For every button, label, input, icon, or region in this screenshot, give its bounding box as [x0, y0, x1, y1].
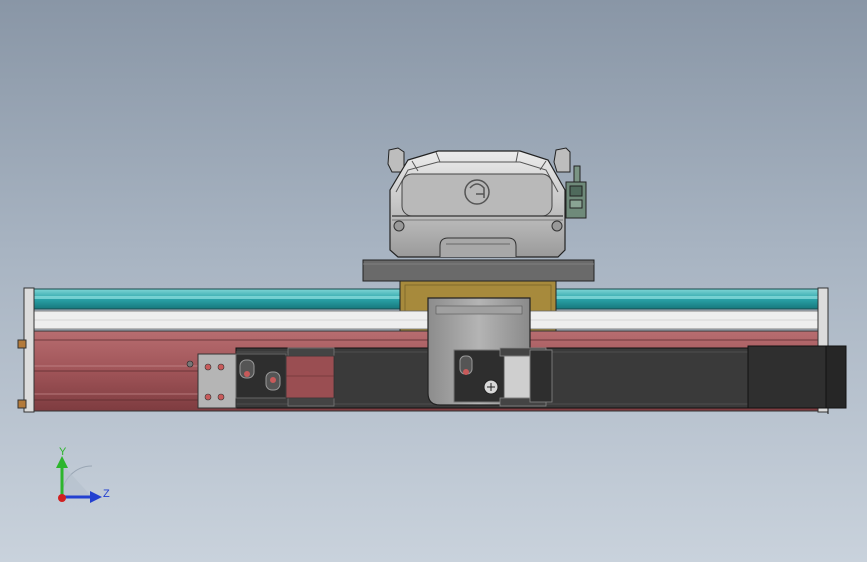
cad-viewport[interactable]: Y Z — [0, 0, 867, 562]
motor-mount-plate — [362, 259, 595, 282]
motor-assembly — [387, 147, 587, 258]
motor-screw-right — [551, 220, 563, 232]
motor-right-clip — [553, 147, 571, 173]
y-axis-label: Y — [59, 446, 67, 458]
x-axis-dot — [58, 494, 66, 502]
motor-left-clip — [387, 147, 405, 173]
rail-left-endcap — [17, 287, 35, 413]
z-axis-label: Z — [103, 488, 110, 500]
left-belt-clamp — [235, 347, 335, 407]
motor-connector — [565, 165, 587, 219]
motor-screw-left — [393, 220, 405, 232]
cad-drawing: Y Z — [17, 147, 847, 503]
coordinate-triad: Y Z — [56, 446, 110, 503]
motor-bottom-slot — [439, 237, 517, 257]
right-belt-clamp — [453, 347, 553, 407]
